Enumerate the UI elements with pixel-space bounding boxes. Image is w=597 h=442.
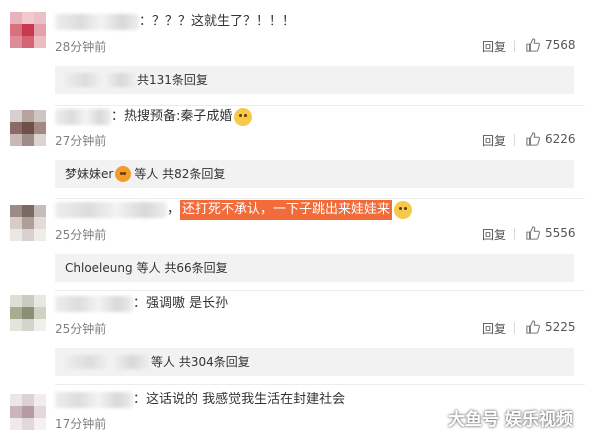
sub-reply-count[interactable]: 等人 共82条回复 bbox=[134, 160, 225, 188]
avatar[interactable] bbox=[10, 394, 46, 430]
sub-reply-count[interactable]: 等人 共304条回复 bbox=[151, 348, 250, 376]
comment-text: ：这话说的 我感觉我生活在封建社会 bbox=[133, 392, 346, 407]
reply-button[interactable]: 回复 bbox=[482, 320, 506, 337]
action-divider bbox=[514, 134, 515, 146]
reply-button[interactable]: 回复 bbox=[482, 226, 506, 243]
like-button[interactable]: 7568 bbox=[526, 38, 576, 52]
action-divider bbox=[514, 40, 515, 52]
comment-time: 25分钟前 bbox=[55, 228, 107, 242]
sub-reply-count[interactable]: 等人 共66条回复 bbox=[137, 254, 228, 282]
reply-button[interactable]: 回复 bbox=[482, 38, 506, 55]
thumbs-up-icon bbox=[526, 38, 540, 52]
action-divider bbox=[514, 322, 515, 334]
comment-text: ：热搜预备: bbox=[111, 109, 181, 124]
sub-username[interactable] bbox=[65, 73, 135, 87]
watermark: 大鱼号 娱乐视频 bbox=[448, 410, 573, 430]
divider bbox=[55, 105, 585, 106]
like-count: 6226 bbox=[545, 132, 576, 146]
like-count: 5556 bbox=[545, 226, 576, 240]
sub-reply-count[interactable]: 共131条回复 bbox=[137, 66, 208, 94]
comment-time: 25分钟前 bbox=[55, 322, 107, 336]
username[interactable] bbox=[55, 392, 133, 408]
comment-time: 17分钟前 bbox=[55, 417, 107, 431]
like-button[interactable]: 5225 bbox=[526, 320, 576, 334]
sub-replies[interactable]: 共131条回复 bbox=[55, 66, 574, 94]
reply-button[interactable]: 回复 bbox=[482, 132, 506, 149]
sub-replies[interactable]: 等人 共304条回复 bbox=[55, 348, 574, 376]
username[interactable] bbox=[55, 296, 133, 312]
sub-username[interactable] bbox=[65, 355, 149, 369]
doge-emoji-icon bbox=[394, 201, 413, 219]
comment-time: 28分钟前 bbox=[55, 40, 107, 54]
avatar[interactable] bbox=[10, 205, 46, 241]
username[interactable] bbox=[55, 14, 139, 30]
sub-username[interactable]: Chloeleung bbox=[65, 254, 133, 282]
like-button[interactable]: 6226 bbox=[526, 132, 576, 146]
username[interactable] bbox=[55, 202, 167, 218]
badge-icon bbox=[115, 166, 132, 182]
divider bbox=[55, 384, 585, 385]
comment-text: ， bbox=[167, 202, 181, 217]
like-count: 7568 bbox=[545, 38, 576, 52]
sub-username[interactable]: 梦妹妹er bbox=[65, 160, 113, 188]
thumbs-up-icon bbox=[526, 132, 540, 146]
comment-time: 27分钟前 bbox=[55, 134, 107, 148]
username[interactable] bbox=[55, 109, 111, 125]
comment-text-highlight: 还打死不承认，一下子跳出来娃娃来 bbox=[180, 200, 393, 220]
avatar[interactable] bbox=[10, 12, 46, 48]
sub-replies[interactable]: 梦妹妹er 等人 共82条回复 bbox=[55, 160, 574, 188]
avatar[interactable] bbox=[10, 295, 46, 331]
divider bbox=[55, 290, 585, 291]
doge-emoji-icon bbox=[234, 108, 253, 126]
comment-text: ：强调嗷 是长孙 bbox=[133, 296, 229, 311]
thumbs-up-icon bbox=[526, 226, 540, 240]
comment-text: ：？？？这就生了？！！！ bbox=[139, 14, 296, 29]
avatar[interactable] bbox=[10, 110, 46, 146]
action-divider bbox=[514, 228, 515, 240]
like-button[interactable]: 5556 bbox=[526, 226, 576, 240]
thumbs-up-icon bbox=[526, 320, 540, 334]
comment-text-highlight: 秦子成婚 bbox=[180, 109, 233, 124]
like-count: 5225 bbox=[545, 320, 576, 334]
divider bbox=[55, 198, 585, 199]
sub-replies[interactable]: Chloeleung 等人 共66条回复 bbox=[55, 254, 574, 282]
